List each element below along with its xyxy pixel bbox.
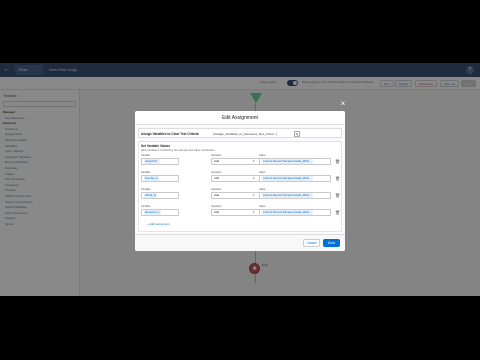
variable-input[interactable]: Asignl.Mt... [141,158,179,165]
value-caption: Value [259,205,266,208]
assignment-label-row: Assign Variables to Clear Text Criteria … [138,128,342,138]
variable-caption: Variable [141,154,151,157]
modal-backdrop: × Edit Assignment Assign Variables to Cl… [0,63,480,296]
assignment-api-name: {!Assign_Variables_to_Censored_Text_Crit… [213,132,277,136]
add-assignment-button[interactable]: + Add Assignment [147,222,169,226]
flow-builder-screen: ← Flow Builder New Flow Copy 1 - V1 ? Au… [0,63,480,296]
variable-pill[interactable]: Asignl.Mt... [144,159,160,164]
value-pill[interactable]: Current Record Recipient.Data_MSG... [262,193,313,198]
variable-input[interactable]: Recipient_s [141,209,179,216]
variable-input[interactable]: eflhell_fs [141,192,179,199]
variable-caption: Variable [141,171,151,174]
assignment-label: Assign Variables to Clear Text Criteria [141,132,199,136]
section-description: Each variable is modified by the operato… [141,149,216,152]
operator-caption: Operator [211,171,222,174]
chevron-down-icon[interactable]: ▾ [253,159,255,163]
trash-icon[interactable]: 🗑 [335,193,340,198]
modal-footer: Cancel Done [135,234,345,251]
done-button[interactable]: Done [323,239,340,247]
trash-icon[interactable]: 🗑 [335,159,340,164]
variable-input[interactable]: Number_b [141,175,179,182]
value-caption: Value [259,154,266,157]
variable-caption: Variable [141,205,151,208]
operator-caption: Operator [211,188,222,191]
assignment-row: Variable Operator Value Number_b Add ▾ C… [141,171,341,185]
cancel-button[interactable]: Cancel [303,239,320,247]
value-input[interactable]: Current Record Recipient.Data_MSG... [259,175,331,182]
assignment-row: Variable Operator Value eflhell_fs Add ▾… [141,188,341,202]
value-pill[interactable]: Current Record Recipient.Data_MSG... [262,159,313,164]
variable-caption: Variable [141,188,151,191]
value-input[interactable]: Current Record Recipient.Data_MSG... [259,209,331,216]
variable-pill[interactable]: Recipient_s [144,210,161,215]
edit-assignment-modal: Edit Assignment Assign Variables to Clea… [135,111,345,251]
chevron-down-icon[interactable]: ▾ [253,210,255,214]
pencil-icon[interactable]: ✎ [294,131,300,137]
value-input[interactable]: Current Record Recipient.Data_MSG... [259,192,331,199]
trash-icon[interactable]: 🗑 [335,176,340,181]
assignment-row: Variable Operator Value Asignl.Mt... Add… [141,154,341,168]
operator-caption: Operator [211,154,222,157]
chevron-down-icon[interactable]: ▾ [253,193,255,197]
value-pill[interactable]: Current Record Recipient.Data_MSG... [262,176,313,181]
operator-caption: Operator [211,205,222,208]
variable-pill[interactable]: Number_b [144,176,160,181]
value-caption: Value [259,188,266,191]
variable-pill[interactable]: eflhell_fs [144,193,158,198]
trash-icon[interactable]: 🗑 [335,210,340,215]
value-pill[interactable]: Current Record Recipient.Data_MSG... [262,210,313,215]
section-title: Set Variable Values [141,144,171,148]
set-variable-values-section: Set Variable Values Each variable is mod… [138,141,342,232]
assignment-row: Variable Operator Value Recipient_s Add … [141,205,341,219]
chevron-down-icon[interactable]: ▾ [253,176,255,180]
value-caption: Value [259,171,266,174]
modal-title: Edit Assignment [135,111,345,125]
modal-body: Assign Variables to Clear Text Criteria … [135,125,345,234]
video-frame: ← Flow Builder New Flow Copy 1 - V1 ? Au… [0,0,480,360]
close-icon[interactable]: × [339,100,347,108]
value-input[interactable]: Current Record Recipient.Data_MSG... [259,158,331,165]
